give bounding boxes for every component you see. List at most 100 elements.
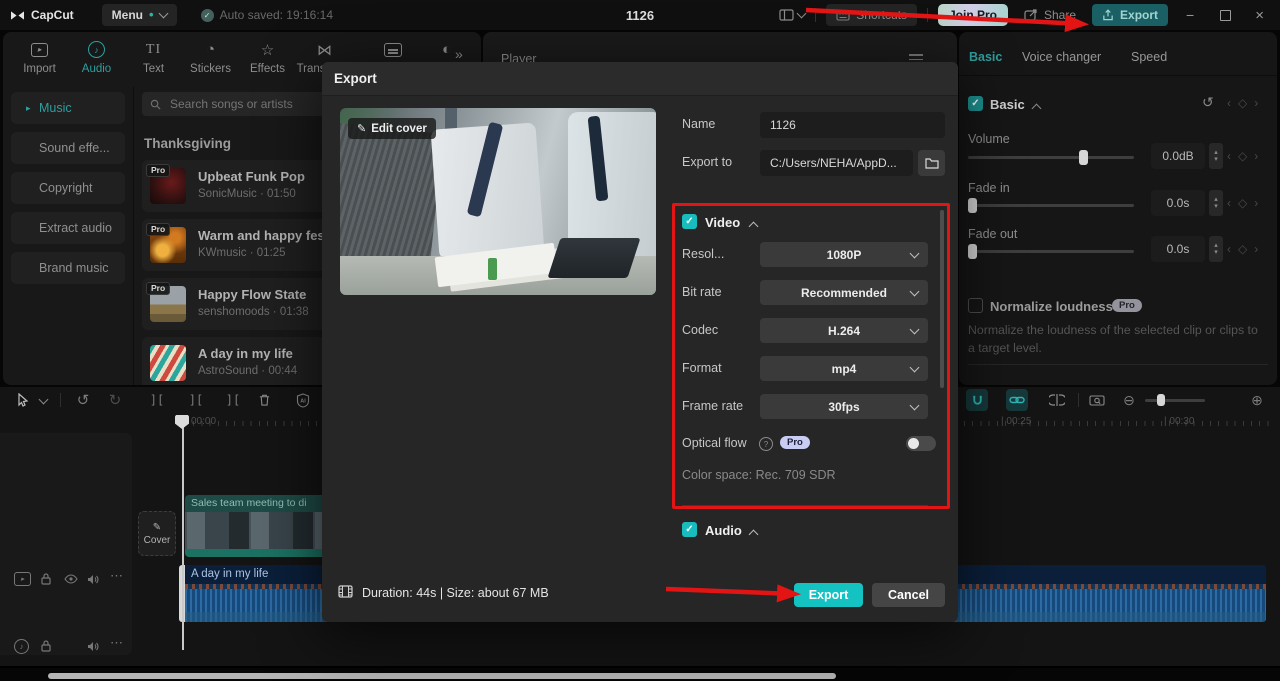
timeline-zoom-thumb[interactable] (1157, 394, 1165, 406)
tab-audio[interactable]: ♪ Audio (68, 32, 125, 75)
snap-magnet-button[interactable] (966, 389, 988, 411)
playhead-handle[interactable] (175, 415, 189, 429)
export-path-input[interactable] (760, 150, 913, 176)
keyframe-next-icon[interactable]: › (1254, 242, 1258, 256)
share-button[interactable]: Share (1018, 8, 1082, 22)
resolution-select[interactable]: 1080P (760, 242, 928, 267)
tab-filters[interactable]: ◐ (418, 32, 475, 58)
browse-folder-button[interactable] (918, 150, 945, 176)
volume-slider-thumb[interactable] (1079, 150, 1088, 165)
fade-out-slider[interactable] (968, 250, 1134, 253)
undo-button[interactable]: ↺ (72, 389, 94, 411)
lock-icon[interactable] (40, 572, 52, 585)
dialog-scrollbar[interactable] (940, 210, 944, 388)
cover-button[interactable]: ✎ Cover (138, 511, 176, 556)
cancel-button[interactable]: Cancel (872, 583, 945, 607)
keyframe-controls[interactable]: ‹ ◇ › (1227, 149, 1258, 163)
fade-out-stepper[interactable]: ▴ ▾ (1209, 236, 1223, 262)
collapse-icon[interactable] (1032, 104, 1042, 114)
keyframe-diamond-icon[interactable]: ◇ (1238, 242, 1247, 256)
volume-stepper[interactable]: ▴ ▾ (1209, 143, 1223, 169)
eye-icon[interactable] (64, 574, 78, 584)
more-icon[interactable]: ⋯ (110, 635, 123, 651)
collapse-icon[interactable] (749, 530, 759, 540)
close-button[interactable]: × (1249, 7, 1272, 24)
timeline-zoom-slider[interactable] (1145, 399, 1205, 402)
normalize-loudness-checkbox[interactable] (968, 298, 983, 313)
step-down-icon[interactable]: ▾ (1214, 203, 1218, 210)
tab-effects[interactable]: ☆ Effects (239, 32, 296, 75)
keyframe-diamond-icon[interactable]: ◇ (1238, 96, 1247, 110)
keyframe-diamond-icon[interactable]: ◇ (1238, 149, 1247, 163)
tab-import[interactable]: ▸ Import (11, 32, 68, 75)
format-select[interactable]: mp4 (760, 356, 928, 381)
redo-button[interactable]: ↻ (104, 389, 126, 411)
sidebar-item-copyright[interactable]: Copyright (11, 172, 125, 204)
volume-value[interactable]: 0.0dB (1151, 143, 1205, 169)
optical-flow-toggle[interactable] (906, 436, 936, 451)
more-icon[interactable]: ⋯ (110, 568, 123, 584)
volume-slider[interactable] (968, 156, 1134, 159)
video-section-checkbox[interactable]: ✓ (682, 214, 697, 229)
delete-button[interactable] (253, 389, 275, 411)
keyframe-prev-icon[interactable]: ‹ (1227, 242, 1231, 256)
reset-icon[interactable]: ↺ (1202, 94, 1214, 111)
export-top-button[interactable]: Export (1092, 4, 1168, 26)
info-icon[interactable]: ? (759, 437, 773, 451)
maximize-button[interactable] (1212, 10, 1239, 21)
link-clips-button[interactable] (1006, 389, 1028, 411)
keyframe-prev-icon[interactable]: ‹ (1227, 149, 1231, 163)
delete-left-button[interactable]: ][ (185, 389, 207, 411)
tab-voice-changer[interactable]: Voice changer (1022, 50, 1101, 64)
export-confirm-button[interactable]: Export (794, 583, 863, 607)
fade-out-slider-thumb[interactable] (968, 244, 977, 259)
overlap-mode-button[interactable] (1046, 389, 1068, 411)
fade-out-value[interactable]: 0.0s (1151, 236, 1205, 262)
zoom-in-button[interactable]: ⊕ (1246, 389, 1268, 411)
tab-captions[interactable] (364, 32, 421, 58)
export-name-input[interactable] (760, 112, 945, 138)
speaker-icon[interactable] (87, 574, 100, 585)
smart-tools-button[interactable]: AI (292, 389, 314, 411)
step-down-icon[interactable]: ▾ (1214, 156, 1218, 163)
more-tabs-icon[interactable]: » (455, 46, 463, 62)
collapse-icon[interactable] (749, 222, 759, 232)
keyframe-prev-icon[interactable]: ‹ (1227, 196, 1231, 210)
step-up-icon[interactable]: ▴ (1214, 242, 1218, 249)
tab-speed[interactable]: Speed (1131, 50, 1167, 64)
sidebar-item-sound-effects[interactable]: Sound effe... (11, 132, 125, 164)
keyframe-controls[interactable]: ‹ ◇ › (1227, 196, 1258, 210)
lock-icon[interactable] (40, 639, 52, 652)
keyframe-next-icon[interactable]: › (1254, 196, 1258, 210)
audio-section-checkbox[interactable]: ✓ (682, 522, 697, 537)
split-button[interactable]: ][ (146, 389, 168, 411)
keyframe-prev-icon[interactable]: ‹ (1227, 96, 1231, 110)
player-menu-icon[interactable] (909, 54, 923, 60)
keyframe-diamond-icon[interactable]: ◇ (1238, 196, 1247, 210)
keyframe-next-icon[interactable]: › (1254, 149, 1258, 163)
step-down-icon[interactable]: ▾ (1214, 249, 1218, 256)
keyframe-next-icon[interactable]: › (1254, 96, 1258, 110)
bitrate-select[interactable]: Recommended (760, 280, 928, 305)
tab-stickers[interactable]: ◔ Stickers (182, 32, 239, 75)
keyframe-controls[interactable]: ‹ ◇ › (1227, 242, 1258, 256)
step-up-icon[interactable]: ▴ (1214, 149, 1218, 156)
framerate-select[interactable]: 30fps (760, 394, 928, 419)
horizontal-scrollbar[interactable] (48, 673, 836, 679)
fade-in-slider[interactable] (968, 204, 1134, 207)
step-up-icon[interactable]: ▴ (1214, 196, 1218, 203)
fade-in-slider-thumb[interactable] (968, 198, 977, 213)
sidebar-item-brand-music[interactable]: Brand music (11, 252, 125, 284)
preview-frame-button[interactable] (1086, 389, 1108, 411)
edit-cover-button[interactable]: ✎ Edit cover (348, 118, 436, 139)
sidebar-item-extract-audio[interactable]: Extract audio (11, 212, 125, 244)
tab-text[interactable]: TI Text (125, 32, 182, 75)
shortcuts-button[interactable]: Shortcuts (826, 4, 917, 26)
sidebar-item-music[interactable]: ▸ Music (11, 92, 125, 124)
codec-select[interactable]: H.264 (760, 318, 928, 343)
zoom-out-button[interactable]: ⊖ (1118, 389, 1140, 411)
fade-in-stepper[interactable]: ▴ ▾ (1209, 190, 1223, 216)
select-tool-button[interactable] (12, 389, 34, 411)
keyframe-controls[interactable]: ‹ ◇ › (1227, 96, 1258, 110)
layout-switch-button[interactable] (779, 9, 805, 21)
